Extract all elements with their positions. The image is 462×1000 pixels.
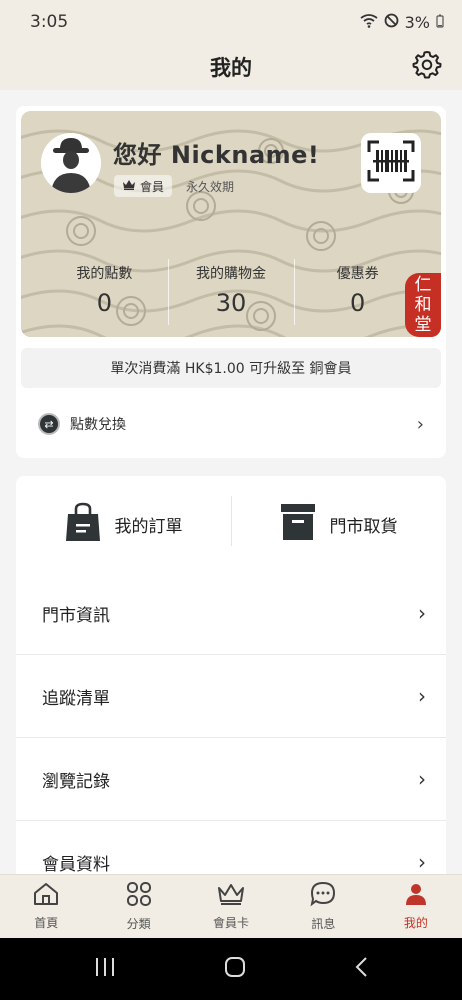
menu-item-tracking-list[interactable]: 追蹤清單 ›	[16, 655, 446, 738]
store-pickup-button[interactable]: 門市取貨	[231, 476, 446, 572]
menu-panel: 我的訂單 門市取貨 門市資訊 › 追蹤清單 › 瀏覽記錄 › 會員資料 ›	[16, 476, 446, 874]
gear-icon	[412, 51, 442, 84]
chevron-right-icon: ›	[418, 850, 426, 874]
menu-item-label: 追蹤清單	[42, 688, 110, 709]
page-title: 我的	[210, 56, 252, 80]
tab-member-card[interactable]: 會員卡	[185, 875, 277, 938]
menu-item-label: 門市資訊	[42, 605, 110, 626]
user-silhouette-icon	[41, 133, 101, 193]
menu-item-store-info[interactable]: 門市資訊 ›	[16, 572, 446, 655]
avatar[interactable]	[41, 133, 101, 193]
crown-icon	[217, 882, 245, 910]
tab-messages[interactable]: 訊息	[277, 875, 369, 938]
stat-value: 0	[96, 289, 112, 317]
tab-me[interactable]: 我的	[370, 875, 462, 938]
menu-item-label: 瀏覽記錄	[42, 771, 110, 792]
my-orders-button[interactable]: 我的訂單	[16, 476, 231, 572]
menu-item-member-profile[interactable]: 會員資料 ›	[16, 821, 446, 874]
membership-validity: 永久效期	[186, 180, 235, 194]
storage-box-icon	[280, 503, 316, 546]
main-content[interactable]: 您好 Nickname! 會員 永久效期 我的點數 0 我的購物金 30 優惠券…	[0, 90, 462, 874]
crown-icon	[122, 179, 136, 193]
shopping-bag-icon	[65, 502, 101, 547]
seal-char: 仁	[414, 275, 432, 295]
chat-icon	[310, 881, 336, 911]
stat-label: 我的購物金	[196, 266, 266, 282]
member-card[interactable]: 您好 Nickname! 會員 永久效期 我的點數 0 我的購物金 30 優惠券…	[21, 111, 441, 337]
member-barcode-button[interactable]	[361, 133, 421, 193]
stat-label: 優惠券	[336, 266, 379, 282]
member-tier-badge: 會員	[114, 175, 173, 197]
barcode-scan-icon	[367, 140, 415, 186]
brand-seal-logo: 仁 和 堂	[405, 273, 441, 337]
menu-item-browsing-history[interactable]: 瀏覽記錄 ›	[16, 738, 446, 821]
menu-item-label: 會員資料	[42, 854, 110, 875]
stat-value: 0	[350, 289, 366, 317]
member-tier-label: 會員	[140, 179, 165, 194]
category-icon	[126, 881, 152, 911]
seal-char: 和	[414, 295, 432, 315]
battery-percent: 3%	[404, 12, 430, 32]
upgrade-notice: 單次消費滿 HK$1.00 可升級至 銅會員	[21, 348, 441, 388]
wifi-icon	[360, 13, 378, 32]
stat-coupons[interactable]: 優惠券 0	[294, 259, 421, 325]
points-exchange-label: 點數兌換	[70, 417, 126, 433]
seal-char: 堂	[414, 315, 432, 335]
tab-label: 我的	[403, 916, 428, 930]
app-header: 我的	[0, 44, 462, 90]
status-bar: 3:05 3%	[0, 0, 462, 44]
chevron-right-icon: ›	[418, 684, 426, 708]
my-orders-label: 我的訂單	[114, 516, 183, 537]
settings-button[interactable]	[412, 49, 442, 79]
stat-shopping-credit[interactable]: 我的購物金 30	[167, 259, 295, 325]
status-icons: 3%	[360, 13, 444, 32]
member-stats: 我的點數 0 我的購物金 30 優惠券 0	[41, 259, 421, 325]
recent-apps-icon[interactable]	[94, 957, 116, 981]
store-pickup-label: 門市取貨	[329, 516, 398, 537]
menu-list: 門市資訊 › 追蹤清單 › 瀏覽記錄 › 會員資料 ›	[16, 572, 446, 874]
chevron-right-icon: ›	[418, 767, 426, 791]
tab-label: 會員卡	[213, 916, 250, 930]
member-panel: 您好 Nickname! 會員 永久效期 我的點數 0 我的購物金 30 優惠券…	[16, 106, 446, 458]
chevron-right-icon: ›	[418, 601, 426, 625]
system-navigation-bar	[0, 938, 462, 1000]
tab-category[interactable]: 分類	[92, 875, 184, 938]
home-icon	[33, 882, 59, 910]
exchange-icon: ⇄	[38, 413, 60, 435]
do-not-disturb-icon	[384, 13, 399, 32]
stat-value: 30	[215, 289, 247, 317]
points-exchange-row[interactable]: ⇄ 點數兌換 ›	[16, 402, 446, 446]
stat-points[interactable]: 我的點數 0	[41, 259, 168, 325]
stat-label: 我的點數	[76, 266, 133, 282]
tab-label: 首頁	[34, 916, 59, 930]
tab-home[interactable]: 首頁	[0, 875, 92, 938]
battery-icon	[436, 13, 444, 32]
upgrade-text: 單次消費滿 HK$1.00 可升級至 銅會員	[110, 361, 352, 377]
status-time: 3:05	[30, 12, 69, 32]
quick-actions: 我的訂單 門市取貨	[16, 476, 446, 572]
tab-label: 分類	[126, 917, 151, 931]
greeting-text: 您好 Nickname!	[113, 141, 320, 169]
bottom-tab-bar: 首頁 分類 會員卡 訊息 我的	[0, 874, 462, 938]
tab-label: 訊息	[311, 917, 336, 931]
back-icon[interactable]	[354, 956, 368, 982]
home-button-icon[interactable]	[224, 956, 246, 982]
person-icon	[404, 882, 428, 910]
chevron-right-icon: ›	[416, 413, 424, 435]
